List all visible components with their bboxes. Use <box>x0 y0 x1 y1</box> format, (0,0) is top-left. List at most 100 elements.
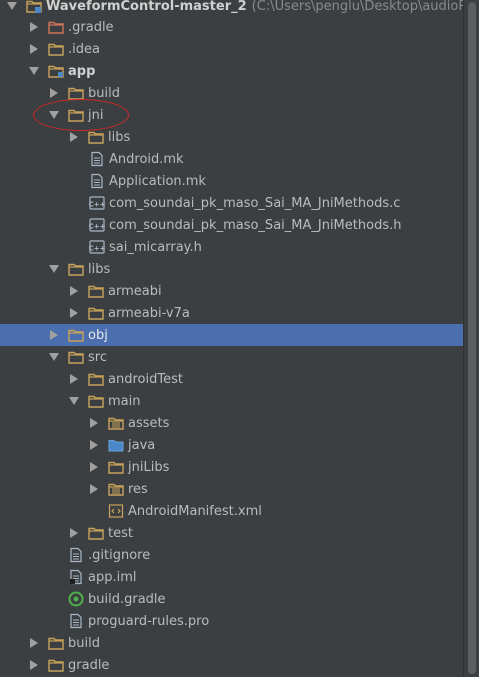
tree-item-build-gradle[interactable]: build.gradle <box>0 588 479 610</box>
project-path: (C:\Users\penglu\Desktop\audioReco <box>251 0 479 14</box>
folder-icon <box>48 38 64 60</box>
source-folder-icon <box>108 434 124 456</box>
scrollbar-thumb[interactable] <box>468 2 476 674</box>
collapse-arrow-icon[interactable] <box>48 258 60 280</box>
tree-item-label: Application.mk <box>109 173 206 189</box>
tree-item-test[interactable]: test <box>0 522 463 544</box>
tree-item-res[interactable]: res <box>0 478 463 500</box>
folder-icon <box>48 16 64 38</box>
tree-item-label: build <box>88 85 120 101</box>
expand-arrow-icon[interactable] <box>28 632 40 654</box>
gradle-icon <box>68 588 84 610</box>
expand-arrow-icon[interactable] <box>68 368 80 390</box>
tree-item-gradle-dir[interactable]: .gradle <box>0 16 463 38</box>
folder-icon <box>88 522 104 544</box>
tree-item-android-test[interactable]: androidTest <box>0 368 463 390</box>
expand-arrow-icon[interactable] <box>68 302 80 324</box>
tree-item-main[interactable]: main <box>0 390 463 412</box>
tree-item-manifest[interactable]: AndroidManifest.xml <box>0 500 479 522</box>
resource-folder-icon <box>108 412 124 434</box>
cpp-file-icon <box>89 192 105 214</box>
expand-arrow-icon[interactable] <box>6 0 18 17</box>
tree-item-src[interactable]: src <box>0 346 463 368</box>
expand-arrow-icon[interactable] <box>88 434 100 456</box>
expand-arrow-icon[interactable] <box>68 522 80 544</box>
manifest-file-icon <box>108 500 124 522</box>
tree-item-label: main <box>108 393 141 409</box>
tree-item-label: assets <box>128 415 170 431</box>
tree-item-label: .gradle <box>68 19 114 35</box>
tree-item-label: armeabi <box>108 283 162 299</box>
tree-item-gitignore[interactable]: .gitignore <box>0 544 479 566</box>
collapse-arrow-icon[interactable] <box>48 104 60 126</box>
tree-item-label: AndroidManifest.xml <box>128 503 262 519</box>
expand-arrow-icon[interactable] <box>68 126 80 148</box>
tree-item-jni-c[interactable]: com_soundai_pk_maso_Sai_MA_JniMethods.c <box>0 192 479 214</box>
tree-item-armeabi[interactable]: armeabi <box>0 280 463 302</box>
folder-icon <box>108 456 124 478</box>
tree-item-jnilibs[interactable]: jniLibs <box>0 456 463 478</box>
expand-arrow-icon[interactable] <box>88 456 100 478</box>
folder-icon <box>88 390 104 412</box>
folder-icon <box>88 302 104 324</box>
tree-item-micarray-h[interactable]: sai_micarray.h <box>0 236 479 258</box>
expand-arrow-icon[interactable] <box>28 38 40 60</box>
tree-item-project-root[interactable]: WaveformControl-master_2 (C:\Users\pengl… <box>0 0 479 17</box>
tree-item-label: build <box>68 635 100 651</box>
tree-item-label: java <box>128 437 156 453</box>
tree-item-root-build[interactable]: build <box>0 632 463 654</box>
tree-item-label: .gitignore <box>88 547 151 563</box>
tree-item-label: libs <box>88 261 111 277</box>
tree-item-label: .idea <box>68 41 100 57</box>
expand-arrow-icon[interactable] <box>88 412 100 434</box>
folder-icon <box>68 104 84 126</box>
tree-item-java[interactable]: java <box>0 434 463 456</box>
tree-item-label: libs <box>108 129 131 145</box>
tree-item-label: app.iml <box>88 569 137 585</box>
tree-item-label: jniLibs <box>128 459 170 475</box>
expand-arrow-icon[interactable] <box>68 280 80 302</box>
tree-item-label: res <box>128 481 148 497</box>
expand-arrow-icon[interactable] <box>48 82 60 104</box>
tree-item-root-gradle[interactable]: gradle <box>0 654 463 676</box>
tree-item-proguard[interactable]: proguard-rules.pro <box>0 610 479 632</box>
tree-item-label: build.gradle <box>88 591 166 607</box>
tree-item-idea[interactable]: .idea <box>0 38 463 60</box>
tree-item-application-mk[interactable]: Application.mk <box>0 170 479 192</box>
tree-item-obj[interactable]: obj <box>0 324 463 346</box>
collapse-arrow-icon[interactable] <box>28 60 40 82</box>
tree-item-label: gradle <box>68 657 110 673</box>
tree-item-assets[interactable]: assets <box>0 412 463 434</box>
tree-item-label: proguard-rules.pro <box>88 613 210 629</box>
expand-arrow-icon[interactable] <box>48 324 60 346</box>
folder-icon <box>48 632 64 654</box>
expand-arrow-icon[interactable] <box>88 478 100 500</box>
tree-item-jni-h[interactable]: com_soundai_pk_maso_Sai_MA_JniMethods.h <box>0 214 479 236</box>
tree-item-label: com_soundai_pk_maso_Sai_MA_JniMethods.c <box>109 195 401 211</box>
tree-item-jni[interactable]: jni <box>0 104 463 126</box>
text-file-icon <box>68 544 84 566</box>
text-file-icon <box>68 610 84 632</box>
collapse-arrow-icon[interactable] <box>48 346 60 368</box>
tree-item-label: src <box>88 349 107 365</box>
expand-arrow-icon[interactable] <box>28 654 40 676</box>
tree-item-app[interactable]: app <box>0 60 463 82</box>
folder-icon <box>68 258 84 280</box>
vertical-scrollbar[interactable] <box>463 0 479 677</box>
tree-item-label: androidTest <box>108 371 183 387</box>
folder-icon <box>68 82 84 104</box>
tree-item-label: test <box>108 525 133 541</box>
tree-item-label: jni <box>88 107 104 123</box>
folder-icon <box>48 654 64 676</box>
expand-arrow-icon[interactable] <box>28 16 40 38</box>
tree-item-armeabi-v7a[interactable]: armeabi-v7a <box>0 302 463 324</box>
iml-file-icon <box>68 566 84 588</box>
collapse-arrow-icon[interactable] <box>68 390 80 412</box>
tree-item-libs[interactable]: libs <box>0 258 463 280</box>
tree-item-jni-libs[interactable]: libs <box>0 126 463 148</box>
project-folder-icon <box>26 0 42 17</box>
tree-item-app-iml[interactable]: app.iml <box>0 566 479 588</box>
tree-item-android-mk[interactable]: Android.mk <box>0 148 479 170</box>
resource-folder-icon <box>108 478 124 500</box>
tree-item-build[interactable]: build <box>0 82 463 104</box>
